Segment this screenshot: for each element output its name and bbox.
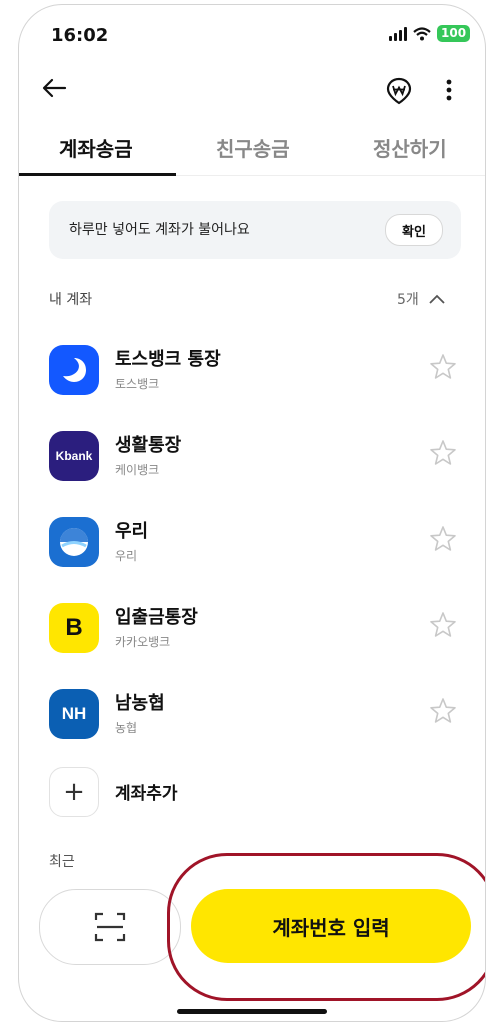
tab-settlement[interactable]: 정산하기 <box>373 133 447 162</box>
star-icon[interactable] <box>429 525 457 553</box>
plus-icon: + <box>49 767 99 817</box>
home-indicator <box>177 1009 327 1014</box>
account-row[interactable]: B 입출금통장 카카오뱅크 <box>19 583 485 669</box>
star-icon[interactable] <box>429 353 457 381</box>
tab-account-transfer[interactable]: 계좌송금 <box>59 133 133 162</box>
account-row[interactable]: NH 남농협 농협 <box>19 669 485 755</box>
kbank-logo-text: Kbank <box>55 449 93 463</box>
account-row[interactable]: Kbank 생활통장 케이뱅크 <box>19 411 485 497</box>
won-icon[interactable] <box>385 77 413 105</box>
battery-indicator: 100 <box>437 25 471 42</box>
account-name: 입출금통장 <box>115 607 198 628</box>
confirm-button[interactable]: 확인 <box>385 214 443 246</box>
highlight-annotation <box>167 853 485 1001</box>
star-icon[interactable] <box>429 611 457 639</box>
add-account-label: 계좌추가 <box>115 784 178 804</box>
account-bank: 케이뱅크 <box>115 463 160 477</box>
woori-logo <box>49 517 99 567</box>
banner-text: 하루만 넣어도 계좌가 불어나요 <box>69 222 250 238</box>
accounts-count: 5개 <box>397 292 419 308</box>
more-icon[interactable] <box>437 75 461 105</box>
nh-logo: NH <box>49 689 99 739</box>
account-name: 우리 <box>115 521 149 542</box>
account-name: 생활통장 <box>115 435 182 456</box>
status-icons: 100 <box>389 25 471 42</box>
nh-logo-text: NH <box>61 704 87 723</box>
account-bank: 토스뱅크 <box>115 377 160 391</box>
star-icon[interactable] <box>429 439 457 467</box>
wifi-icon <box>413 26 431 40</box>
phone-screen: 16:02 100 계좌송금 친구송금 정산하기 하루만 넣어도 계좌가 불어나… <box>18 4 486 1022</box>
star-icon[interactable] <box>429 697 457 725</box>
account-name: 남농협 <box>115 693 165 714</box>
toss-bank-logo <box>49 345 99 395</box>
account-name: 토스뱅크 통장 <box>115 349 221 370</box>
signal-icon <box>389 26 407 41</box>
kbank-logo: Kbank <box>49 431 99 481</box>
promo-banner[interactable]: 하루만 넣어도 계좌가 불어나요 확인 <box>49 201 461 259</box>
scan-icon <box>94 912 126 942</box>
tab-friend-transfer[interactable]: 친구송금 <box>216 133 290 162</box>
account-bank: 카카오뱅크 <box>115 635 171 649</box>
account-row[interactable]: 우리 우리 <box>19 497 485 583</box>
add-account-row[interactable]: + 계좌추가 <box>19 757 485 827</box>
account-row[interactable]: 토스뱅크 통장 토스뱅크 <box>19 325 485 411</box>
kakaobank-logo-text: B <box>65 614 83 641</box>
recent-label: 최근 <box>49 854 75 870</box>
status-time: 16:02 <box>51 25 109 46</box>
my-accounts-label: 내 계좌 <box>49 292 93 308</box>
tab-bar: 계좌송금 친구송금 정산하기 <box>19 125 485 176</box>
accounts-collapse-toggle[interactable]: 5개 <box>397 289 445 309</box>
active-tab-indicator <box>19 173 176 176</box>
scan-button[interactable] <box>39 889 181 965</box>
account-bank: 농협 <box>115 721 138 735</box>
back-icon[interactable] <box>39 73 69 103</box>
account-bank: 우리 <box>115 549 138 563</box>
chevron-up-icon <box>429 294 445 304</box>
kakaobank-logo: B <box>49 603 99 653</box>
